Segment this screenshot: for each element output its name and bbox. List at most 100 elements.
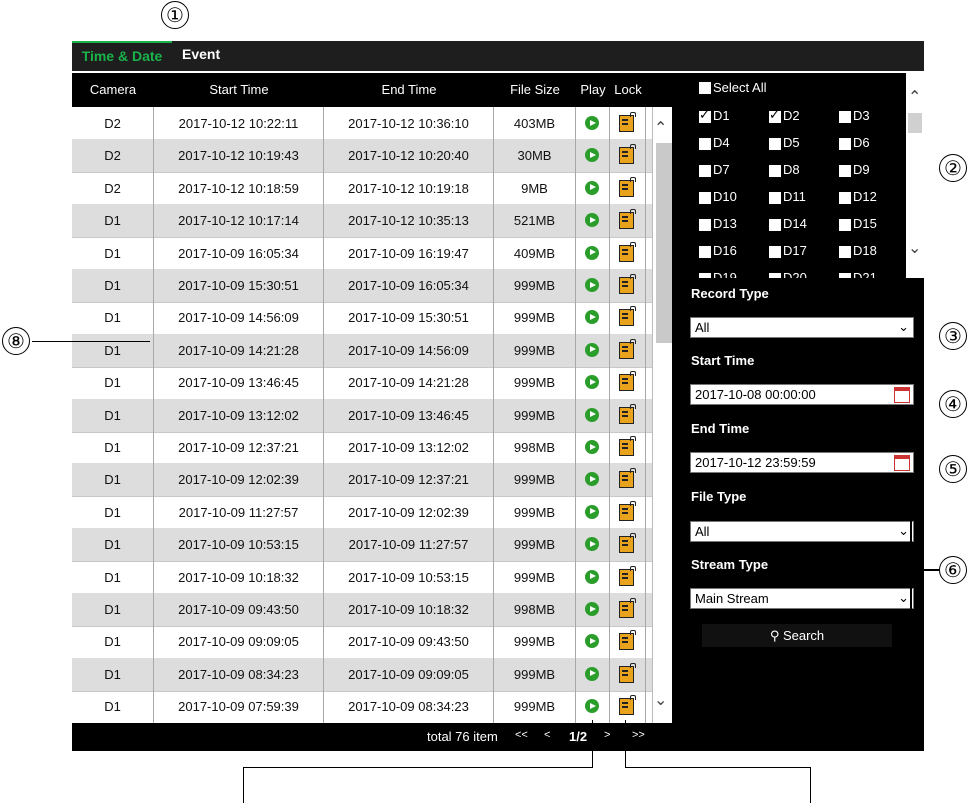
select-all-checkbox[interactable] [699, 82, 711, 94]
play-icon[interactable] [585, 148, 599, 163]
start-time-field[interactable]: 2017-10-08 00:00:00 [690, 384, 914, 405]
table-row[interactable]: D1 2017-10-09 14:56:09 2017-10-09 15:30:51… [72, 301, 652, 336]
table-row[interactable]: D1 2017-10-09 10:53:15 2017-10-09 11:27:57… [72, 528, 652, 563]
channel-checkbox-d5[interactable] [769, 138, 781, 150]
scroll-down-icon[interactable]: ⌄ [654, 690, 667, 709]
table-row[interactable]: D1 2017-10-09 12:02:39 2017-10-09 12:37:21… [72, 463, 652, 498]
channel-checkbox-d18[interactable] [839, 246, 851, 258]
play-icon[interactable] [585, 666, 599, 681]
lock-icon[interactable] [619, 436, 636, 456]
lock-icon[interactable] [619, 695, 636, 716]
channel-checkbox-d8[interactable] [769, 165, 781, 177]
table-row[interactable]: D1 2017-10-09 16:05:34 2017-10-09 16:19:47… [72, 236, 652, 271]
lock-icon[interactable] [619, 662, 636, 683]
play-icon[interactable] [585, 634, 599, 649]
table-row[interactable]: D2 2017-10-12 10:18:59 2017-10-12 10:19:18… [72, 171, 652, 206]
lock-icon[interactable] [619, 306, 636, 327]
table-row[interactable]: D1 2017-10-09 13:12:02 2017-10-09 13:46:45… [72, 398, 652, 433]
play-icon[interactable] [585, 569, 599, 584]
channel-checkbox-d14[interactable] [769, 219, 781, 231]
lock-icon[interactable] [619, 500, 636, 521]
play-icon[interactable] [585, 213, 599, 228]
channel-scroll-down-icon[interactable]: ⌄ [908, 238, 921, 257]
play-icon[interactable] [585, 116, 599, 130]
table-row[interactable]: D1 2017-10-09 14:21:28 2017-10-09 14:56:09… [72, 333, 652, 368]
lock-icon[interactable] [619, 598, 636, 618]
lock-icon[interactable] [619, 630, 636, 651]
end-time-field[interactable]: 2017-10-12 23:59:59 [690, 452, 914, 473]
next-page-button[interactable]: > [604, 729, 610, 741]
lock-icon[interactable] [619, 144, 636, 165]
play-icon[interactable] [585, 602, 599, 616]
stream-type-select[interactable]: Main Stream ⌄ [690, 588, 914, 609]
channel-checkbox-d3[interactable] [839, 111, 851, 123]
calendar-icon[interactable] [894, 387, 910, 403]
table-row[interactable]: D1 2017-10-09 12:37:21 2017-10-09 13:12:02… [72, 431, 652, 465]
table-row[interactable]: D2 2017-10-12 10:22:11 2017-10-12 10:36:10… [72, 107, 652, 141]
play-icon[interactable] [585, 180, 599, 195]
channel-checkbox-d11[interactable] [769, 192, 781, 204]
channel-checkbox-d9[interactable] [839, 165, 851, 177]
file-type-select[interactable]: All ⌄ [690, 521, 914, 542]
play-icon[interactable] [585, 440, 599, 454]
channel-checkbox-d7[interactable] [699, 165, 711, 177]
play-icon[interactable] [585, 537, 599, 552]
lock-icon[interactable] [619, 371, 636, 392]
first-page-button[interactable]: << [515, 729, 528, 741]
scroll-up-icon[interactable]: ⌃ [654, 118, 667, 137]
table-scroll-thumb[interactable] [656, 143, 672, 343]
lock-icon[interactable] [619, 468, 636, 489]
lock-icon[interactable] [619, 176, 636, 197]
table-row[interactable]: D1 2017-10-12 10:17:14 2017-10-12 10:35:13… [72, 204, 652, 239]
play-icon[interactable] [585, 375, 599, 390]
channel-scroll-up-icon[interactable]: ⌃ [908, 87, 921, 106]
prev-page-button[interactable]: < [544, 729, 550, 741]
tab-time-date[interactable]: Time & Date [72, 41, 172, 71]
channel-checkbox-d21[interactable] [839, 273, 851, 278]
play-icon[interactable] [585, 245, 599, 260]
table-row[interactable]: D1 2017-10-09 09:09:05 2017-10-09 09:43:50… [72, 625, 652, 660]
channel-checkbox-d2[interactable] [769, 108, 781, 123]
play-icon[interactable] [585, 310, 599, 325]
channel-scrollbar[interactable]: ⌃ ⌄ [906, 73, 924, 278]
table-row[interactable]: D1 2017-10-09 08:34:23 2017-10-09 09:09:05… [72, 657, 652, 692]
channel-checkbox-d10[interactable] [699, 192, 711, 204]
channel-checkbox-d12[interactable] [839, 192, 851, 204]
lock-icon[interactable] [619, 565, 636, 586]
search-button[interactable]: ⚲ Search [702, 624, 892, 647]
table-row[interactable]: D1 2017-10-09 10:18:32 2017-10-09 10:53:15… [72, 560, 652, 595]
channel-checkbox-d4[interactable] [699, 138, 711, 150]
table-row[interactable]: D1 2017-10-09 13:46:45 2017-10-09 14:21:28… [72, 366, 652, 401]
play-icon[interactable] [585, 699, 599, 714]
calendar-icon[interactable] [894, 455, 910, 471]
last-page-button[interactable]: >> [632, 729, 645, 741]
lock-icon[interactable] [619, 403, 636, 424]
tab-event[interactable]: Event [182, 41, 220, 71]
table-row[interactable]: D1 2017-10-09 11:27:57 2017-10-09 12:02:39… [72, 495, 652, 530]
lock-icon[interactable] [619, 112, 636, 132]
table-row[interactable]: D1 2017-10-09 07:59:39 2017-10-09 08:34:23… [72, 690, 652, 725]
play-icon[interactable] [585, 278, 599, 292]
play-icon[interactable] [585, 472, 599, 487]
table-row[interactable]: D2 2017-10-12 10:19:43 2017-10-12 10:20:40… [72, 139, 652, 174]
channel-checkbox-d16[interactable] [699, 246, 711, 258]
channel-checkbox-d15[interactable] [839, 219, 851, 231]
channel-checkbox-d6[interactable] [839, 138, 851, 150]
record-type-select[interactable]: All ⌄ [690, 317, 914, 338]
lock-icon[interactable] [619, 241, 636, 262]
lock-icon[interactable] [619, 274, 636, 294]
channel-checkbox-d17[interactable] [769, 246, 781, 258]
lock-icon[interactable] [619, 338, 636, 359]
channel-checkbox-d13[interactable] [699, 219, 711, 231]
table-row[interactable]: D1 2017-10-09 15:30:51 2017-10-09 16:05:34… [72, 269, 652, 303]
channel-checkbox-d1[interactable] [699, 108, 711, 123]
play-icon[interactable] [585, 407, 599, 422]
play-icon[interactable] [585, 342, 599, 357]
table-row[interactable]: D1 2017-10-09 09:43:50 2017-10-09 10:18:32… [72, 593, 652, 627]
lock-icon[interactable] [619, 533, 636, 554]
channel-scroll-thumb[interactable] [908, 113, 922, 133]
channel-checkbox-d20[interactable] [769, 273, 781, 278]
play-icon[interactable] [585, 504, 599, 519]
channel-checkbox-d19[interactable] [699, 273, 711, 278]
lock-icon[interactable] [619, 209, 636, 230]
